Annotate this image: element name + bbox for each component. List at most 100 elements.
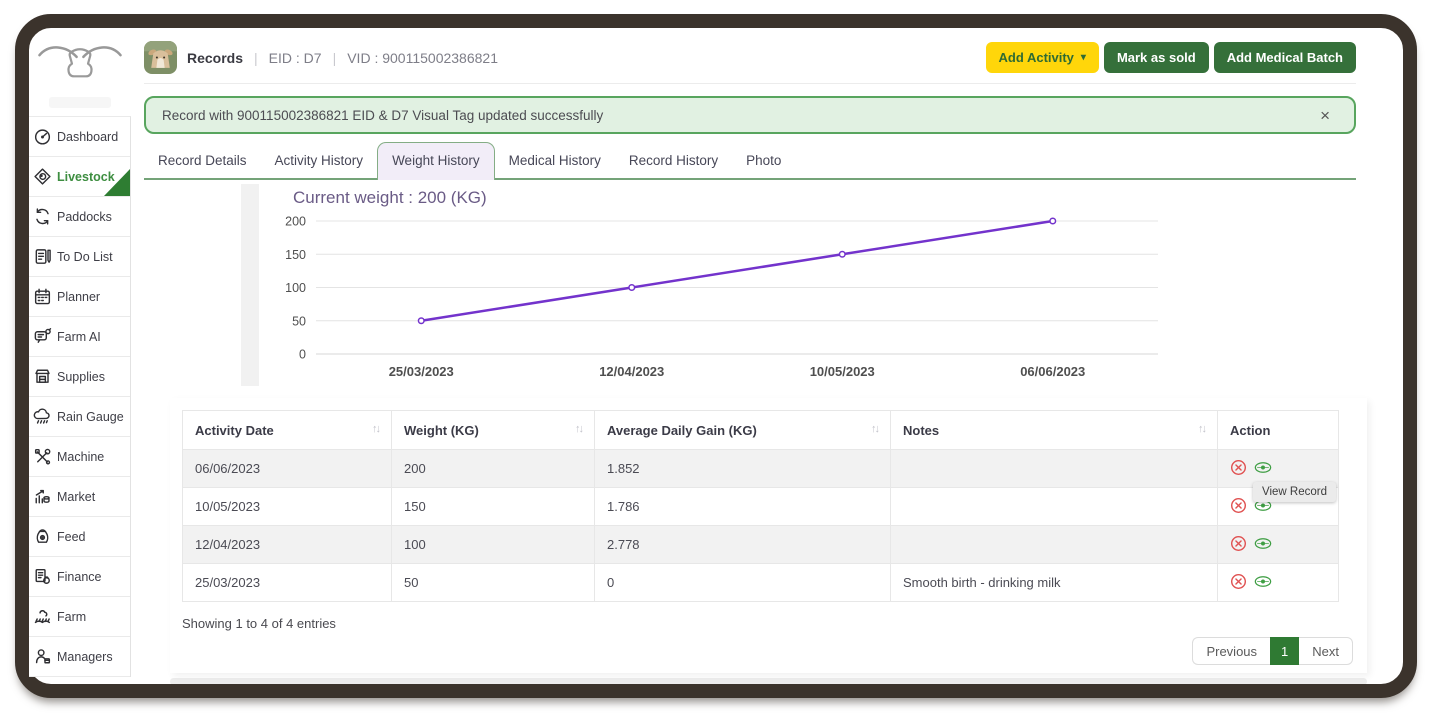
sidebar-item-planner[interactable]: Planner xyxy=(29,277,130,317)
app-window: Dashboard Livestock Paddocks To Do ListPlan… xyxy=(0,0,1445,723)
view-record-button[interactable] xyxy=(1254,575,1279,591)
delete-record-button[interactable] xyxy=(1230,535,1254,555)
notes-cell xyxy=(891,526,1218,564)
sidebar-item-label: Paddocks xyxy=(57,210,112,224)
sidebar-item-to-do-list[interactable]: To Do List xyxy=(29,237,130,277)
brand-wordmark xyxy=(49,97,111,108)
page-1-button[interactable]: 1 xyxy=(1270,637,1299,665)
chart-title: Current weight : 200 (KG) xyxy=(293,188,1225,208)
svg-text:150: 150 xyxy=(285,248,306,262)
eid-value: EID : D7 xyxy=(269,50,322,66)
sidebar-item-supplies[interactable]: Supplies xyxy=(29,357,130,397)
activity-date-cell: 12/04/2023 xyxy=(183,526,392,564)
svg-text:10/05/2023: 10/05/2023 xyxy=(810,364,875,379)
column-header-activity-date[interactable]: Activity Date↑↓ xyxy=(183,411,392,450)
table-row: 25/03/2023500Smooth birth - drinking mil… xyxy=(183,564,1339,602)
sidebar-item-managers[interactable]: Managers xyxy=(29,637,130,677)
tab-record-history[interactable]: Record History xyxy=(615,143,732,178)
sidebar-item-label: Machine xyxy=(57,450,104,464)
sidebar-item-label: Feed xyxy=(57,530,86,544)
farm-ai-icon xyxy=(33,327,52,346)
tab-activity-history[interactable]: Activity History xyxy=(261,143,378,178)
sidebar-item-label: Finance xyxy=(57,570,101,584)
sidebar-item-finance[interactable]: Finance xyxy=(29,557,130,597)
sidebar-item-market[interactable]: Market xyxy=(29,477,130,517)
next-page-button[interactable]: Next xyxy=(1299,637,1353,665)
planner-icon xyxy=(33,287,52,306)
svg-text:06/06/2023: 06/06/2023 xyxy=(1020,364,1085,379)
sidebar-item-rain-gauge[interactable]: Rain Gauge xyxy=(29,397,130,437)
avg-daily-gain-cell: 1.852 xyxy=(595,450,891,488)
avg-daily-gain-cell: 2.778 xyxy=(595,526,891,564)
tab-photo[interactable]: Photo xyxy=(732,143,795,178)
sidebar-item-label: Livestock xyxy=(57,170,115,184)
table-row: 10/05/20231501.786 xyxy=(183,488,1339,526)
managers-icon xyxy=(33,647,52,666)
close-icon[interactable]: × xyxy=(1312,107,1338,124)
supplies-icon xyxy=(33,367,52,386)
notes-cell xyxy=(891,488,1218,526)
sidebar-item-label: Farm AI xyxy=(57,330,101,344)
table-row: 12/04/20231002.778 xyxy=(183,526,1339,564)
tab-record-details[interactable]: Record Details xyxy=(144,143,261,178)
sort-icon: ↑↓ xyxy=(575,423,582,435)
mark-as-sold-button[interactable]: Mark as sold xyxy=(1104,42,1209,73)
sidebar-item-label: Farm xyxy=(57,610,86,624)
view-record-tooltip: View Record xyxy=(1253,482,1336,502)
view-record-button[interactable] xyxy=(1254,537,1279,553)
sidebar-item-feed[interactable]: Feed xyxy=(29,517,130,557)
add-activity-button[interactable]: Add Activity ▾ xyxy=(986,42,1099,73)
farm-icon xyxy=(33,607,52,626)
action-cell xyxy=(1218,526,1339,564)
record-tabs: Record DetailsActivity HistoryWeight His… xyxy=(144,142,1356,180)
column-header-average-daily-gain-kg[interactable]: Average Daily Gain (KG)↑↓ xyxy=(595,411,891,450)
notes-cell: Smooth birth - drinking milk xyxy=(891,564,1218,602)
delete-record-button[interactable] xyxy=(1230,573,1254,593)
sidebar-item-paddocks[interactable]: Paddocks xyxy=(29,197,130,237)
tab-medical-history[interactable]: Medical History xyxy=(495,143,615,178)
activity-date-cell: 25/03/2023 xyxy=(183,564,392,602)
sidebar-item-farm-ai[interactable]: Farm AI xyxy=(29,317,130,357)
avg-daily-gain-cell: 1.786 xyxy=(595,488,891,526)
weight-chart-card: Current weight : 200 (KG) 20015010050025… xyxy=(259,180,1225,390)
horizontal-scrollbar[interactable] xyxy=(170,678,1367,684)
bull-logo-icon xyxy=(29,28,131,108)
column-header-weight-kg[interactable]: Weight (KG)↑↓ xyxy=(392,411,595,450)
sidebar: Dashboard Livestock Paddocks To Do ListPlan… xyxy=(29,28,131,677)
sort-icon: ↑↓ xyxy=(871,423,878,435)
view-record-button[interactable] xyxy=(1254,461,1279,477)
alert-message: Record with 900115002386821 EID & D7 Vis… xyxy=(162,108,603,123)
add-activity-label: Add Activity xyxy=(999,50,1074,65)
notes-cell xyxy=(891,450,1218,488)
sidebar-item-machine[interactable]: Machine xyxy=(29,437,130,477)
delete-record-button[interactable] xyxy=(1230,497,1254,517)
todo-list-icon xyxy=(33,247,52,266)
column-header-notes[interactable]: Notes↑↓ xyxy=(891,411,1218,450)
weight-cell: 150 xyxy=(392,488,595,526)
previous-page-button[interactable]: Previous xyxy=(1192,637,1270,665)
success-alert: Record with 900115002386821 EID & D7 Vis… xyxy=(144,96,1356,134)
weight-chart: 20015010050025/03/202312/04/202310/05/20… xyxy=(259,210,1225,386)
table-row: 06/06/20232001.852 xyxy=(183,450,1339,488)
action-cell xyxy=(1218,564,1339,602)
sort-icon: ↑↓ xyxy=(1198,423,1205,435)
vid-value: VID : 900115002386821 xyxy=(347,50,498,66)
svg-text:200: 200 xyxy=(285,215,306,229)
add-medical-batch-button[interactable]: Add Medical Batch xyxy=(1214,42,1356,73)
delete-record-button[interactable] xyxy=(1230,459,1254,479)
weight-cell: 100 xyxy=(392,526,595,564)
activity-date-cell: 06/06/2023 xyxy=(183,450,392,488)
tab-weight-history[interactable]: Weight History xyxy=(377,142,495,180)
sidebar-item-dashboard[interactable]: Dashboard xyxy=(29,117,130,157)
sidebar-item-livestock[interactable]: Livestock xyxy=(29,157,130,197)
sidebar-nav: Dashboard Livestock Paddocks To Do ListPlan… xyxy=(29,116,131,677)
record-header: Records | EID : D7 | VID : 9001150023868… xyxy=(144,28,1356,84)
sidebar-item-farm[interactable]: Farm xyxy=(29,597,130,637)
column-header-action: Action xyxy=(1218,411,1339,450)
sidebar-item-label: Rain Gauge xyxy=(57,410,124,424)
svg-text:12/04/2023: 12/04/2023 xyxy=(599,364,664,379)
machine-icon xyxy=(33,447,52,466)
weight-history-table: Activity Date↑↓Weight (KG)↑↓Average Dail… xyxy=(182,410,1339,602)
weight-cell: 50 xyxy=(392,564,595,602)
weight-chart-section: Current weight : 200 (KG) 20015010050025… xyxy=(144,180,1356,390)
